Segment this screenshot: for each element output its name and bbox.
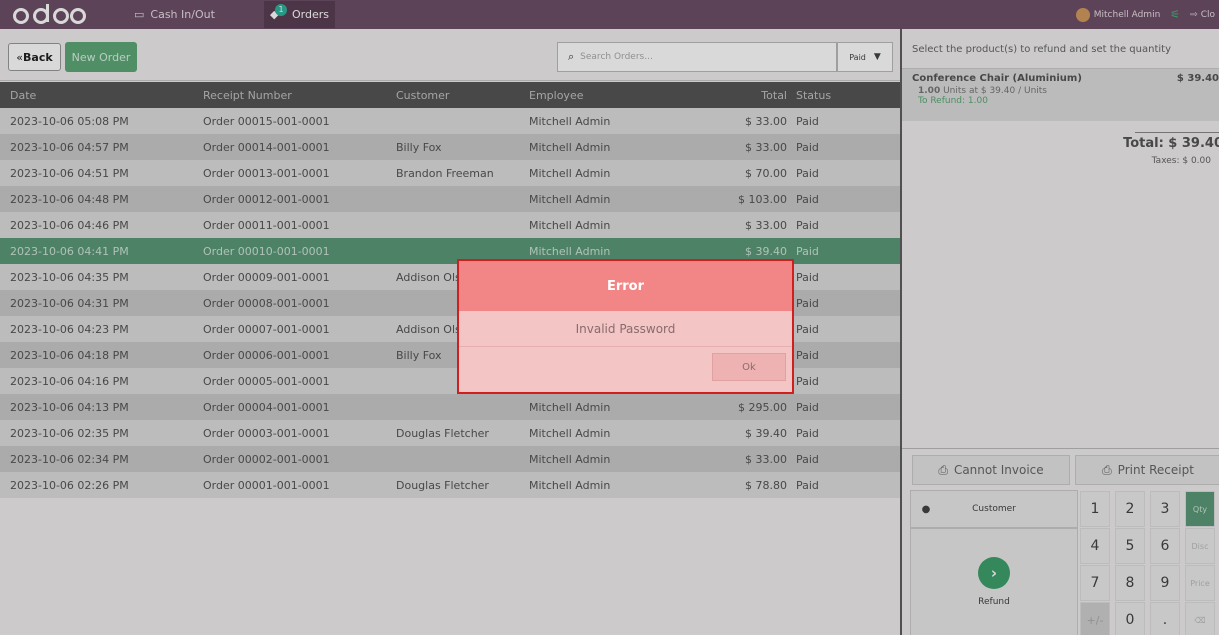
ok-button[interactable]: Ok	[712, 353, 786, 381]
pos-screen: ▭ Cash In/Out ◆ 1 Orders Mitchell Admin …	[0, 0, 1219, 635]
error-dialog-title: Error	[459, 261, 792, 311]
error-dialog: Error Invalid Password Ok	[457, 259, 794, 394]
error-dialog-message: Invalid Password	[459, 311, 792, 347]
